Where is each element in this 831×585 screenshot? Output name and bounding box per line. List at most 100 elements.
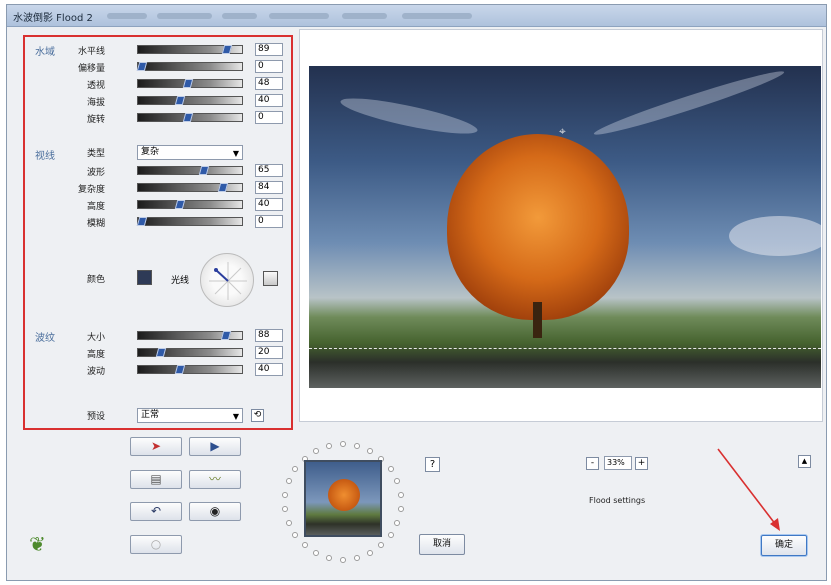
slider-row: 透视 48 — [25, 77, 295, 91]
slider-thumb[interactable] — [174, 96, 186, 105]
history-dot[interactable] — [378, 542, 385, 549]
value-field[interactable]: 40 — [255, 94, 283, 107]
slider-track[interactable] — [137, 183, 243, 192]
history-dot[interactable] — [313, 447, 320, 454]
light-dial-icon — [209, 262, 247, 300]
slider-row: 波形 65 — [25, 164, 295, 178]
zoom-out-button[interactable]: - — [586, 457, 599, 470]
slider-thumb[interactable] — [182, 79, 194, 88]
slider-track[interactable] — [137, 96, 243, 105]
slider-track[interactable] — [137, 348, 243, 357]
value-field[interactable]: 0 — [255, 60, 283, 73]
slider-thumb[interactable] — [220, 331, 232, 340]
history-dot[interactable] — [387, 466, 394, 473]
expand-button[interactable]: ▲ — [798, 455, 811, 468]
wave-button[interactable]: 〰 — [189, 470, 241, 489]
light-direction-dial[interactable] — [200, 253, 254, 307]
history-dot[interactable] — [397, 505, 404, 512]
paste-button[interactable]: ▤ — [130, 470, 182, 489]
value-field[interactable]: 65 — [255, 164, 283, 177]
history-dot[interactable] — [292, 531, 299, 538]
slider-thumb[interactable] — [155, 348, 167, 357]
play-button[interactable]: ▶ — [189, 437, 241, 456]
zoom-level[interactable]: 33% — [604, 456, 632, 470]
history-dot[interactable] — [292, 466, 299, 473]
history-dot[interactable] — [397, 492, 404, 498]
value-field[interactable]: 48 — [255, 77, 283, 90]
slider-label: 模糊 — [86, 219, 105, 229]
preset-save-button[interactable]: ⟲ — [251, 409, 264, 422]
value-field[interactable]: 40 — [255, 363, 283, 376]
horizon-line[interactable] — [309, 348, 821, 349]
zoom-in-button[interactable]: + — [635, 457, 648, 470]
history-dot[interactable] — [366, 447, 373, 454]
history-dot[interactable] — [340, 557, 346, 563]
cloud — [729, 216, 821, 256]
slider-track[interactable] — [137, 166, 243, 175]
value-field[interactable]: 0 — [255, 215, 283, 228]
value-field[interactable]: 40 — [255, 198, 283, 211]
random-button[interactable]: ➤ — [130, 437, 182, 456]
history-dot[interactable] — [326, 555, 333, 562]
ring-button[interactable]: ◉ — [189, 502, 241, 521]
slider-thumb[interactable] — [136, 217, 148, 226]
slider-label: 旋转 — [86, 115, 105, 125]
history-dot[interactable] — [394, 478, 401, 485]
slider-thumb[interactable] — [182, 113, 194, 122]
annotation-arrow — [717, 448, 780, 531]
wave-type-select[interactable]: 复杂 ▼ — [137, 145, 243, 160]
slider-thumb[interactable] — [136, 62, 148, 71]
history-dot[interactable] — [285, 478, 292, 485]
slider-row: 复杂度 84 — [25, 181, 295, 195]
wave-color-swatch[interactable] — [137, 270, 152, 285]
slider-label: 高度 — [86, 202, 105, 212]
preview-canvas[interactable]: ⌖ — [299, 29, 823, 422]
tree-canopy — [447, 134, 629, 320]
slider-track[interactable] — [137, 45, 243, 54]
value-field[interactable]: 89 — [255, 43, 283, 56]
history-dot[interactable] — [285, 519, 292, 526]
blank-button[interactable]: ○ — [130, 535, 182, 554]
history-dot[interactable] — [353, 555, 360, 562]
history-dot[interactable] — [313, 550, 320, 557]
history-dot[interactable] — [353, 442, 360, 449]
slider-row: 旋转 0 — [25, 111, 295, 125]
ring-icon: ◉ — [209, 504, 221, 518]
chevron-up-icon: ▲ — [801, 457, 808, 465]
value-field[interactable]: 20 — [255, 346, 283, 359]
value-field[interactable]: 88 — [255, 329, 283, 342]
undo-button[interactable]: ↶ — [130, 502, 182, 521]
history-dot[interactable] — [326, 442, 333, 449]
slider-track[interactable] — [136, 62, 243, 71]
slider-track[interactable] — [137, 200, 243, 209]
slider-thumb[interactable] — [217, 183, 229, 192]
ok-button[interactable]: 确定 — [761, 535, 807, 556]
value-field[interactable]: 0 — [255, 111, 283, 124]
preset-select[interactable]: 正常 ▼ — [137, 408, 243, 423]
history-dot[interactable] — [387, 531, 394, 538]
value-field[interactable]: 84 — [255, 181, 283, 194]
slider-thumb[interactable] — [174, 365, 186, 374]
slider-thumb[interactable] — [198, 166, 210, 175]
window-title: 水波倒影 Flood 2 — [13, 13, 93, 24]
help-button[interactable]: ? — [425, 457, 440, 472]
history-dot[interactable] — [282, 505, 289, 512]
history-dot[interactable] — [340, 441, 346, 447]
crosshair-icon[interactable]: ⌖ — [559, 124, 566, 139]
slider-track[interactable] — [137, 79, 243, 88]
slider-label: 水平线 — [77, 47, 105, 57]
history-dot[interactable] — [282, 492, 289, 498]
slider-track[interactable] — [137, 331, 243, 340]
slider-track[interactable] — [137, 365, 243, 374]
slider-label: 透视 — [86, 81, 105, 91]
slider-track[interactable] — [137, 113, 243, 122]
slider-thumb[interactable] — [221, 45, 233, 54]
cancel-button[interactable]: 取消 — [419, 534, 465, 555]
slider-thumb[interactable] — [174, 200, 186, 209]
thumbnail-preview[interactable] — [304, 460, 382, 537]
history-dot[interactable] — [301, 542, 308, 549]
light-color-swatch[interactable] — [263, 271, 278, 286]
slider-track[interactable] — [136, 217, 243, 226]
history-dot[interactable] — [394, 519, 401, 526]
history-dot[interactable] — [366, 550, 373, 557]
